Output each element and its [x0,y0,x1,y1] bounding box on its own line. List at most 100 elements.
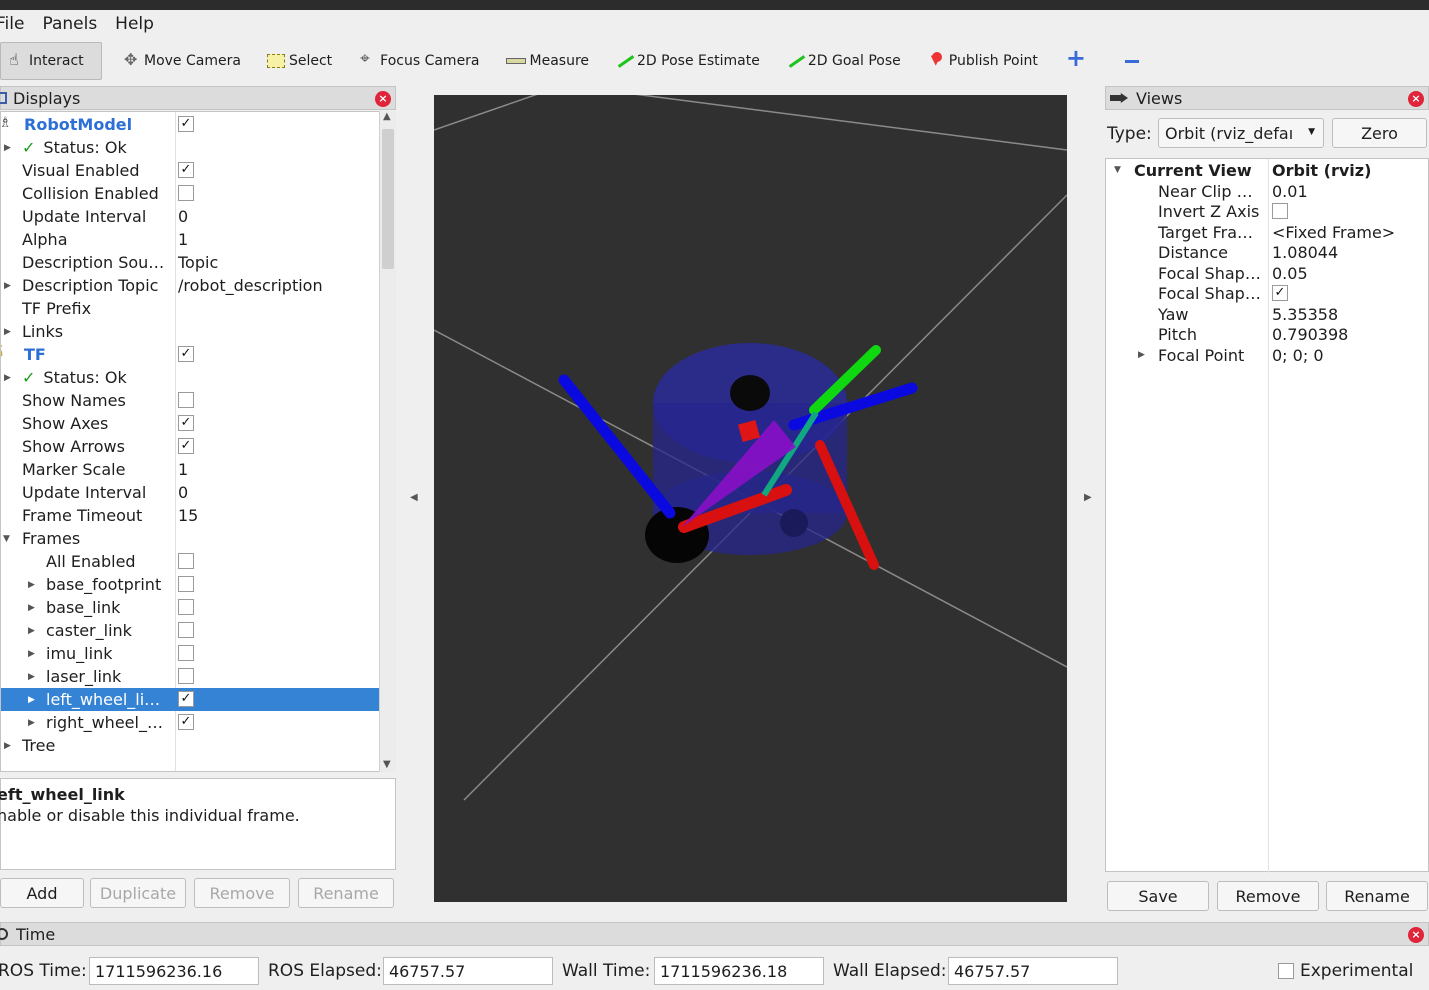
tree-row-visual-enabled[interactable]: Visual Enabled ✓ [1,159,379,182]
left-wheel-link-checkbox[interactable]: ✓ [178,691,194,707]
ros-time-field[interactable]: 1711596236.16 [89,957,259,985]
expand-arrow-icon[interactable]: ▶ [28,649,35,659]
expand-arrow-icon[interactable]: ▶ [28,626,35,636]
goal-pose-tool[interactable]: 2D Goal Pose [780,42,907,80]
tree-row-frame-timeout[interactable]: Frame Timeout 15 [1,504,379,527]
update-interval-value[interactable]: 0 [178,207,188,226]
tree-row-description-source[interactable]: Description Sou… Topic [1,251,379,274]
description-topic-value[interactable]: /robot_description [178,276,323,295]
view-row-focal-shape-size[interactable]: Focal Shap… 0.05 [1106,263,1429,283]
near-clip-value[interactable]: 0.01 [1272,182,1308,201]
expand-arrow-icon[interactable]: ▶ [4,373,11,383]
menu-panels[interactable]: Panels [42,14,97,34]
view-row-current-view[interactable]: ▼ Current View Orbit (rviz) [1106,160,1429,180]
pose-estimate-tool[interactable]: 2D Pose Estimate [609,42,766,80]
tree-row-tf-status[interactable]: ▶ ✓ Status: Ok [1,366,379,389]
wall-elapsed-field[interactable]: 46757.57 [948,957,1118,985]
expand-arrow-icon[interactable]: ▶ [28,603,35,613]
select-tool[interactable]: Select [261,42,338,80]
scrollbar-thumb[interactable] [382,129,394,269]
focus-camera-tool[interactable]: Focus Camera [352,42,485,80]
displays-tree[interactable]: ♗ RobotModel ✓ ▶ ✓ Status: Ok Visual Enab… [0,111,396,772]
move-camera-tool[interactable]: Move Camera [116,42,247,80]
base-footprint-checkbox[interactable] [178,576,194,592]
pitch-value[interactable]: 0.790398 [1272,325,1348,344]
show-arrows-checkbox[interactable]: ✓ [178,438,194,454]
view-row-pitch[interactable]: Pitch 0.790398 [1106,324,1429,344]
close-icon[interactable]: × [1408,927,1424,943]
publish-point-tool[interactable]: Publish Point [921,42,1044,80]
displays-scrollbar[interactable]: ▲ ▼ [379,111,396,772]
view-row-target-frame[interactable]: Target Fra… <Fixed Frame> [1106,222,1429,242]
collapse-arrow-icon[interactable]: ▼ [3,534,10,544]
tree-row-left-wheel-link[interactable]: ▶ left_wheel_li… ✓ [1,688,379,711]
view-row-invert-z[interactable]: Invert Z Axis [1106,201,1429,221]
expand-arrow-icon[interactable]: ▶ [28,580,35,590]
render-viewport[interactable] [433,84,1068,902]
tree-row-caster-link[interactable]: ▶ caster_link [1,619,379,642]
robotmodel-checkbox[interactable]: ✓ [178,116,194,132]
view-row-focal-point[interactable]: ▶ Focal Point 0; 0; 0 [1106,345,1429,365]
tree-row-description-topic[interactable]: ▶ Description Topic /robot_description [1,274,379,297]
base-link-checkbox[interactable] [178,599,194,615]
collapse-right-icon[interactable]: ▶ [1084,492,1092,503]
frame-timeout-value[interactable]: 15 [178,506,198,525]
expand-arrow-icon[interactable]: ▶ [4,327,11,337]
tree-row-all-enabled[interactable]: All Enabled [1,550,379,573]
tree-row-links[interactable]: ▶ Links [1,320,379,343]
collision-enabled-checkbox[interactable] [178,185,194,201]
tree-row-tf-update-interval[interactable]: Update Interval 0 [1,481,379,504]
invert-z-checkbox[interactable] [1272,203,1288,219]
tree-row-status[interactable]: ▶ ✓ Status: Ok [1,136,379,159]
alpha-value[interactable]: 1 [178,230,188,249]
rename-view-button[interactable]: Rename [1326,881,1428,911]
remove-display-button[interactable]: Remove [194,878,290,908]
collapse-left-icon[interactable]: ◀ [410,492,418,503]
tree-row-collision-enabled[interactable]: Collision Enabled [1,182,379,205]
duplicate-button[interactable]: Duplicate [90,878,186,908]
caster-link-checkbox[interactable] [178,622,194,638]
tf-checkbox[interactable]: ✓ [178,346,194,362]
tree-row-right-wheel-link[interactable]: ▶ right_wheel_… ✓ [1,711,379,734]
tree-row-show-names[interactable]: Show Names [1,389,379,412]
menu-help[interactable]: Help [115,14,154,34]
tree-row-marker-scale[interactable]: Marker Scale 1 [1,458,379,481]
view-row-focal-shape-fixed[interactable]: Focal Shap… ✓ [1106,283,1429,303]
laser-link-checkbox[interactable] [178,668,194,684]
show-names-checkbox[interactable] [178,392,194,408]
interact-tool[interactable]: Interact [0,42,102,80]
experimental-checkbox[interactable] [1278,963,1294,979]
ros-elapsed-field[interactable]: 46757.57 [383,957,553,985]
description-source-value[interactable]: Topic [178,253,218,272]
target-frame-value[interactable]: <Fixed Frame> [1272,223,1395,242]
all-enabled-checkbox[interactable] [178,553,194,569]
view-row-near-clip[interactable]: Near Clip … 0.01 [1106,181,1429,201]
focal-shape-size-value[interactable]: 0.05 [1272,264,1308,283]
show-axes-checkbox[interactable]: ✓ [178,415,194,431]
tree-row-frames[interactable]: ▼ Frames [1,527,379,550]
close-icon[interactable]: × [1408,91,1424,107]
collapse-arrow-icon[interactable]: ▼ [1114,165,1121,175]
expand-arrow-icon[interactable]: ▶ [4,143,11,153]
menu-file[interactable]: File [0,14,24,34]
expand-arrow-icon[interactable]: ▶ [4,741,11,751]
tree-row-laser-link[interactable]: ▶ laser_link [1,665,379,688]
view-row-yaw[interactable]: Yaw 5.35358 [1106,304,1429,324]
add-button[interactable]: Add [0,878,84,908]
scroll-down-icon[interactable]: ▼ [383,759,391,770]
expand-arrow-icon[interactable]: ▶ [1138,350,1145,360]
expand-arrow-icon[interactable]: ▶ [28,672,35,682]
tree-row-show-axes[interactable]: Show Axes ✓ [1,412,379,435]
distance-value[interactable]: 1.08044 [1272,243,1338,262]
rename-display-button[interactable]: Rename [298,878,394,908]
tree-row-tf[interactable]: ⟆ TF ✓ [1,343,379,366]
right-wheel-link-checkbox[interactable]: ✓ [178,714,194,730]
zero-button[interactable]: Zero [1332,118,1427,148]
remove-view-button[interactable]: Remove [1217,881,1319,911]
view-type-select[interactable]: Orbit (rviz_defaı ▼ [1158,118,1324,148]
views-tree[interactable]: ▼ Current View Orbit (rviz) Near Clip … … [1105,158,1429,873]
view-row-distance[interactable]: Distance 1.08044 [1106,242,1429,262]
measure-tool[interactable]: Measure [500,42,596,80]
scroll-up-icon[interactable]: ▲ [383,111,391,122]
tree-row-tf-prefix[interactable]: TF Prefix [1,297,379,320]
